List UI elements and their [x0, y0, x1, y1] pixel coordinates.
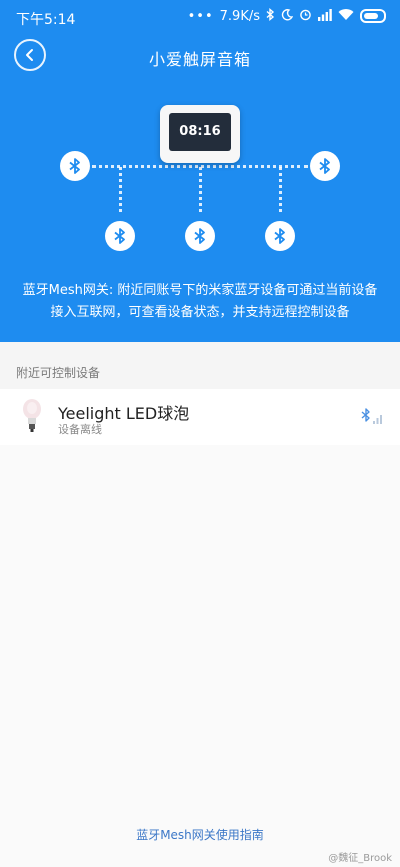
alarm-icon	[299, 8, 312, 24]
bluetooth-icon	[105, 221, 135, 251]
gateway-description: 蓝牙Mesh网关: 附近同账号下的米家蓝牙设备可通过当前设备接入互联网，可查看设…	[22, 283, 378, 320]
mesh-line-left	[119, 167, 122, 212]
nearby-devices-section: 附近可控制设备	[0, 342, 400, 389]
page-title: 小爱触屏音箱	[148, 50, 251, 69]
bluetooth-icon	[266, 8, 275, 24]
notification-dots: •••	[187, 8, 214, 24]
battery-icon	[360, 9, 386, 23]
gateway-hero: 下午5:14 ••• 7.9K/s 小爱触屏音箱 08:16 蓝牙Mesh网关:…	[0, 0, 400, 342]
bluetooth-icon	[185, 221, 215, 251]
moon-icon	[281, 8, 294, 24]
status-time: 下午5:14	[16, 12, 76, 28]
device-status: 设备离线	[58, 423, 102, 436]
network-speed: 7.9K/s	[219, 8, 260, 24]
mesh-line-right	[279, 167, 282, 212]
wifi-icon	[338, 8, 354, 24]
bulb-icon	[23, 399, 41, 432]
speaker-clock: 08:16	[169, 113, 231, 151]
touchscreen-speaker-image: 08:16	[160, 105, 240, 163]
watermark: @魏征_Brook	[328, 853, 392, 864]
section-title: 附近可控制设备	[16, 366, 101, 380]
status-icons: ••• 7.9K/s	[188, 8, 386, 24]
mesh-diagram: 08:16	[0, 95, 400, 265]
list-item[interactable]: Yeelight LED球泡 设备离线	[0, 389, 400, 445]
bluetooth-icon	[310, 151, 340, 181]
mesh-line-center	[199, 167, 202, 212]
mesh-guide-link[interactable]: 蓝牙Mesh网关使用指南	[0, 826, 400, 843]
bluetooth-icon	[265, 221, 295, 251]
signal-icon	[318, 8, 332, 24]
bluetooth-signal-icon	[361, 408, 382, 424]
status-bar: 下午5:14 ••• 7.9K/s	[0, 0, 400, 36]
bluetooth-icon	[60, 151, 90, 181]
empty-list-area	[0, 445, 400, 867]
